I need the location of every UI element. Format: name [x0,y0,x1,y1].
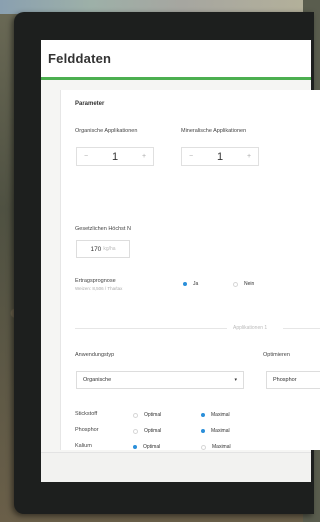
radio-label: Maximal [212,444,231,450]
yield-yes-radio[interactable]: Ja [183,281,198,287]
nutrient-optimal-radio[interactable]: Optimal [133,428,161,434]
caret-down-icon: ▾ [234,377,237,383]
nutrient-maximal-radio[interactable]: Maximal [201,428,230,434]
radio-selected-icon [201,429,205,433]
nutrient-label: Kalium [75,443,92,449]
title-bar: Felddaten [41,40,311,80]
field-data-panel: Parameter Organische Applikationen Miner… [60,90,320,450]
nutrient-label: Stickstoff [75,411,98,417]
organic-applications-label: Organische Applikationen [75,128,138,134]
radio-selected-icon [183,282,187,286]
yield-yes-label: Ja [193,281,199,287]
mineral-applications-label: Mineralische Applikationen [181,128,247,134]
application-type-value: Organische [83,377,112,383]
footer-bar [41,452,311,482]
increment-button[interactable]: + [245,153,253,160]
nutrient-maximal-radio[interactable]: Maximal [201,444,231,450]
radio-label: Maximal [211,428,230,434]
nutrient-label: Phosphor [75,427,99,433]
application-type-label: Anwendungstyp [75,352,115,358]
section-title: Parameter [75,101,105,107]
application-type-select[interactable]: Organische ▾ [76,371,244,389]
decrement-button[interactable]: − [187,153,195,160]
organic-applications-stepper[interactable]: − 1 + [76,147,154,166]
optimize-select[interactable]: Phosphor [266,371,320,389]
radio-selected-icon [133,445,137,449]
radio-selected-icon [201,413,205,417]
radio-empty-icon [133,412,138,418]
nitrogen-value: 170 [90,245,102,253]
stepper-value: 1 [111,150,119,163]
stepper-value: 1 [216,150,224,163]
divider-right [283,328,320,329]
radio-label: Optimal [143,444,161,450]
page-title: Felddaten [48,51,112,66]
nitrogen-limit-label: Gesetzlichen Höchst N [75,226,131,232]
nutrient-maximal-radio[interactable]: Maximal [201,412,230,418]
increment-button[interactable]: + [140,153,148,160]
optimize-label: Optimieren [263,352,290,358]
radio-label: Optimal [144,428,162,434]
application-divider-label: Applikationen 1 [233,325,268,331]
nitrogen-limit-input[interactable]: 170 kg/ha [76,240,130,258]
nitrogen-unit: kg/ha [103,246,116,252]
radio-empty-icon [201,444,206,450]
app-screen: Felddaten Parameter Organische Applikati… [41,40,320,482]
radio-label: Maximal [211,412,230,418]
yield-no-label: Nein [244,281,255,287]
radio-empty-icon [133,428,138,434]
yield-forecast-label: Ertragsprognose [75,278,116,284]
yield-no-radio[interactable]: Nein [233,281,254,287]
decrement-button[interactable]: − [82,153,90,160]
optimize-value: Phosphor [273,377,297,383]
radio-label: Optimal [144,412,162,418]
divider-left [75,328,227,329]
mineral-applications-stepper[interactable]: − 1 + [181,147,259,166]
nutrient-optimal-radio[interactable]: Optimal [133,412,161,418]
radio-empty-icon [233,281,238,287]
nutrient-optimal-radio[interactable]: Optimal [133,444,160,450]
yield-forecast-hint: Weizen: 8,506 / Tha/tax [75,286,123,291]
